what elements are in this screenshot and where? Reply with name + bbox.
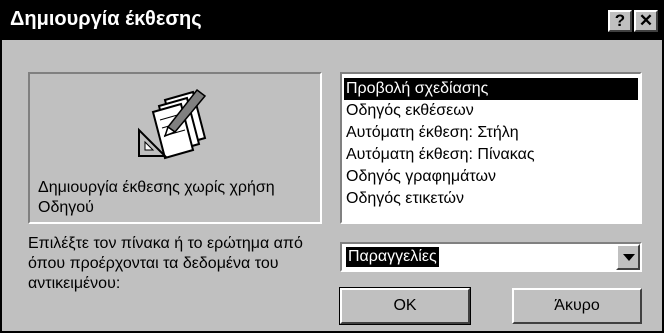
source-prompt-label: Επιλέξτε τον πίνακα ή το ερώτημα από όπο… bbox=[28, 235, 303, 292]
list-item-autoreport-tabular[interactable]: Αυτόματη έκθεση: Πίνακας bbox=[344, 144, 638, 166]
close-button[interactable]: ✕ bbox=[634, 10, 658, 32]
dialog-title: Δημιουργία έκθεσης bbox=[10, 8, 202, 30]
list-item-design-view[interactable]: Προβολή σχεδίασης bbox=[344, 78, 638, 100]
new-report-dialog: Δημιουργία έκθεσης ? ✕ Δημιουργία έκθεση… bbox=[0, 0, 664, 333]
list-item-autoreport-columnar[interactable]: Αυτόματη έκθεση: Στήλη bbox=[344, 122, 638, 144]
help-button[interactable]: ? bbox=[608, 10, 632, 32]
dropdown-button[interactable] bbox=[616, 244, 640, 270]
source-table-value[interactable]: Παραγγελίες bbox=[346, 247, 439, 267]
source-table-combobox[interactable]: Παραγγελίες bbox=[340, 242, 642, 272]
cancel-button[interactable]: Άκυρο bbox=[512, 288, 642, 324]
ok-button[interactable]: OK bbox=[339, 287, 471, 325]
list-item-label-wizard[interactable]: Οδηγός ετικετών bbox=[344, 188, 638, 210]
report-wizard-icon bbox=[138, 88, 207, 160]
title-bar[interactable]: Δημιουργία έκθεσης ? ✕ bbox=[2, 2, 662, 40]
list-item-report-wizard[interactable]: Οδηγός εκθέσεων bbox=[344, 100, 638, 122]
list-item-chart-wizard[interactable]: Οδηγός γραφημάτων bbox=[344, 166, 638, 188]
preview-panel: Δημιουργία έκθεσης χωρίς χρήση Οδηγού bbox=[28, 72, 322, 224]
report-type-list[interactable]: Προβολή σχεδίασης Οδηγός εκθέσεων Αυτόμα… bbox=[340, 72, 642, 224]
chevron-down-icon bbox=[623, 254, 635, 261]
preview-description: Δημιουργία έκθεσης χωρίς χρήση Οδηγού bbox=[38, 179, 275, 216]
